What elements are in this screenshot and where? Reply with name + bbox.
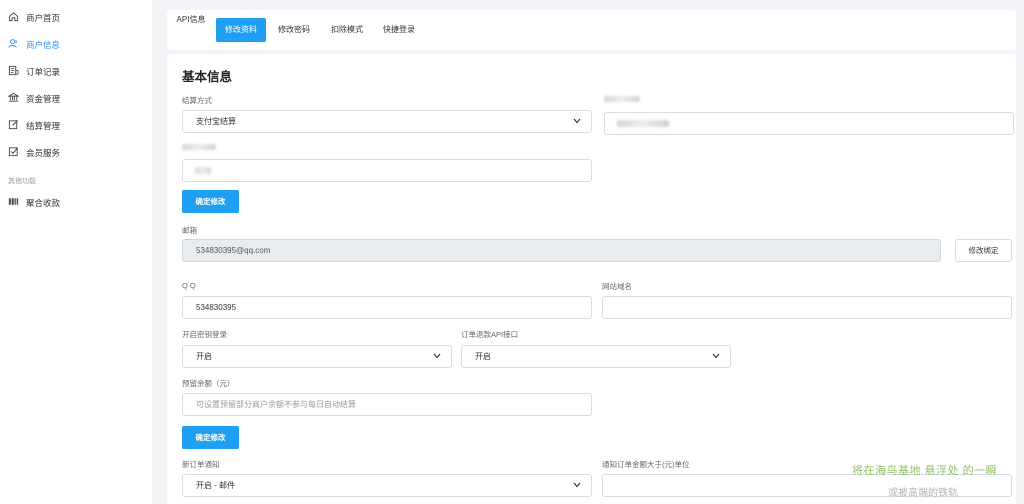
- account-input[interactable]: [604, 112, 1014, 135]
- chevron-down-icon: [573, 482, 581, 488]
- new-order-notify-label: 新订单通知: [182, 460, 220, 469]
- confirm-edit-button[interactable]: 确定修改: [182, 190, 239, 213]
- site-domain-label: 网站域名: [602, 282, 632, 291]
- sidebar-item-settlement[interactable]: 结算管理: [0, 112, 152, 138]
- chevron-down-icon: [433, 353, 441, 359]
- blurred-value: [617, 120, 669, 127]
- notify-amount-label: 通知订单金额大于(元)单位: [602, 460, 690, 469]
- watermark-line-1: 将在海鸟基地 悬浮处 的一瞬: [852, 465, 998, 477]
- change-binding-button[interactable]: 修改绑定: [955, 239, 1012, 262]
- sidebar-item-home[interactable]: 商户首页: [0, 4, 152, 30]
- sidebar-item-label: 结算管理: [26, 121, 61, 131]
- sidebar-group-label: 其他功能: [8, 178, 36, 185]
- sidebar-item-label: 订单记录: [26, 67, 61, 77]
- reserve-balance-label: 预留余额（元）: [182, 379, 235, 388]
- email-field: 534830395@qq.com: [182, 239, 941, 262]
- chevron-down-icon: [573, 118, 581, 124]
- sidebar-item-label: 商户首页: [26, 13, 61, 23]
- edit-icon: [8, 120, 18, 130]
- email-label: 邮箱: [182, 226, 197, 235]
- site-domain-input[interactable]: [602, 296, 1012, 319]
- section-title: 基本信息: [182, 70, 233, 84]
- refund-api-value: 开启: [475, 352, 491, 361]
- list-icon: [8, 65, 19, 76]
- account-name-input[interactable]: [182, 159, 592, 182]
- chevron-down-icon: [712, 353, 720, 359]
- sidebar-item-merchant-info[interactable]: 商户信息: [0, 31, 152, 57]
- bank-icon: [8, 92, 19, 102]
- settle-method-label: 结算方式: [182, 96, 212, 105]
- sidebar-item-label: 会员服务: [26, 148, 61, 158]
- blurred-value: [195, 167, 211, 174]
- home-icon: [8, 12, 19, 22]
- sidebar-item-funds[interactable]: 资金管理: [0, 85, 152, 111]
- key-login-label: 开启密钥登录: [182, 330, 227, 339]
- sidebar-item-label: 聚合收款: [26, 198, 61, 208]
- key-login-value: 开启: [196, 352, 212, 361]
- new-order-notify-value: 开启 - 邮件: [196, 481, 236, 490]
- tab-quick-login[interactable]: 快捷登录: [377, 18, 421, 42]
- refund-api-label: 订单退款API接口: [461, 330, 519, 339]
- blurred-label: [604, 96, 640, 102]
- sidebar-item-membership[interactable]: 会员服务: [0, 139, 152, 165]
- check-icon: [8, 147, 19, 157]
- tab-deduct-mode[interactable]: 扣除模式: [325, 18, 369, 42]
- reserve-balance-input[interactable]: 可设置预留部分商户余额不参与每日自动结算: [182, 393, 592, 416]
- tab-edit-profile[interactable]: 修改资料: [216, 18, 266, 42]
- tab-change-password[interactable]: 修改密码: [272, 18, 316, 42]
- watermark-line-2: 或被高端的铁轨: [888, 488, 958, 499]
- user-icon: [8, 39, 17, 48]
- settle-method-value: 支付宝结算: [196, 117, 236, 126]
- refund-api-select[interactable]: 开启: [461, 345, 731, 368]
- sidebar: 商户首页 商户信息 订单记录 资金管理 结算管理 会员服务 其他功能 聚合收款: [0, 0, 152, 504]
- qq-input[interactable]: 534830395: [182, 296, 592, 319]
- settle-method-select[interactable]: 支付宝结算: [182, 110, 592, 133]
- qq-label: QQ: [182, 281, 198, 290]
- barcode-icon: [8, 198, 19, 205]
- sidebar-item-label: 资金管理: [26, 94, 61, 104]
- blurred-label: [182, 144, 216, 150]
- sidebar-item-label: 商户信息: [26, 40, 61, 50]
- new-order-notify-select[interactable]: 开启 - 邮件: [182, 474, 592, 497]
- tab-api-info[interactable]: API信息: [172, 8, 210, 32]
- sidebar-item-orders[interactable]: 订单记录: [0, 58, 152, 84]
- sidebar-item-aggregate-pay[interactable]: 聚合收款: [0, 189, 152, 215]
- confirm-edit-button-2[interactable]: 确定修改: [182, 426, 239, 449]
- key-login-select[interactable]: 开启: [182, 345, 452, 368]
